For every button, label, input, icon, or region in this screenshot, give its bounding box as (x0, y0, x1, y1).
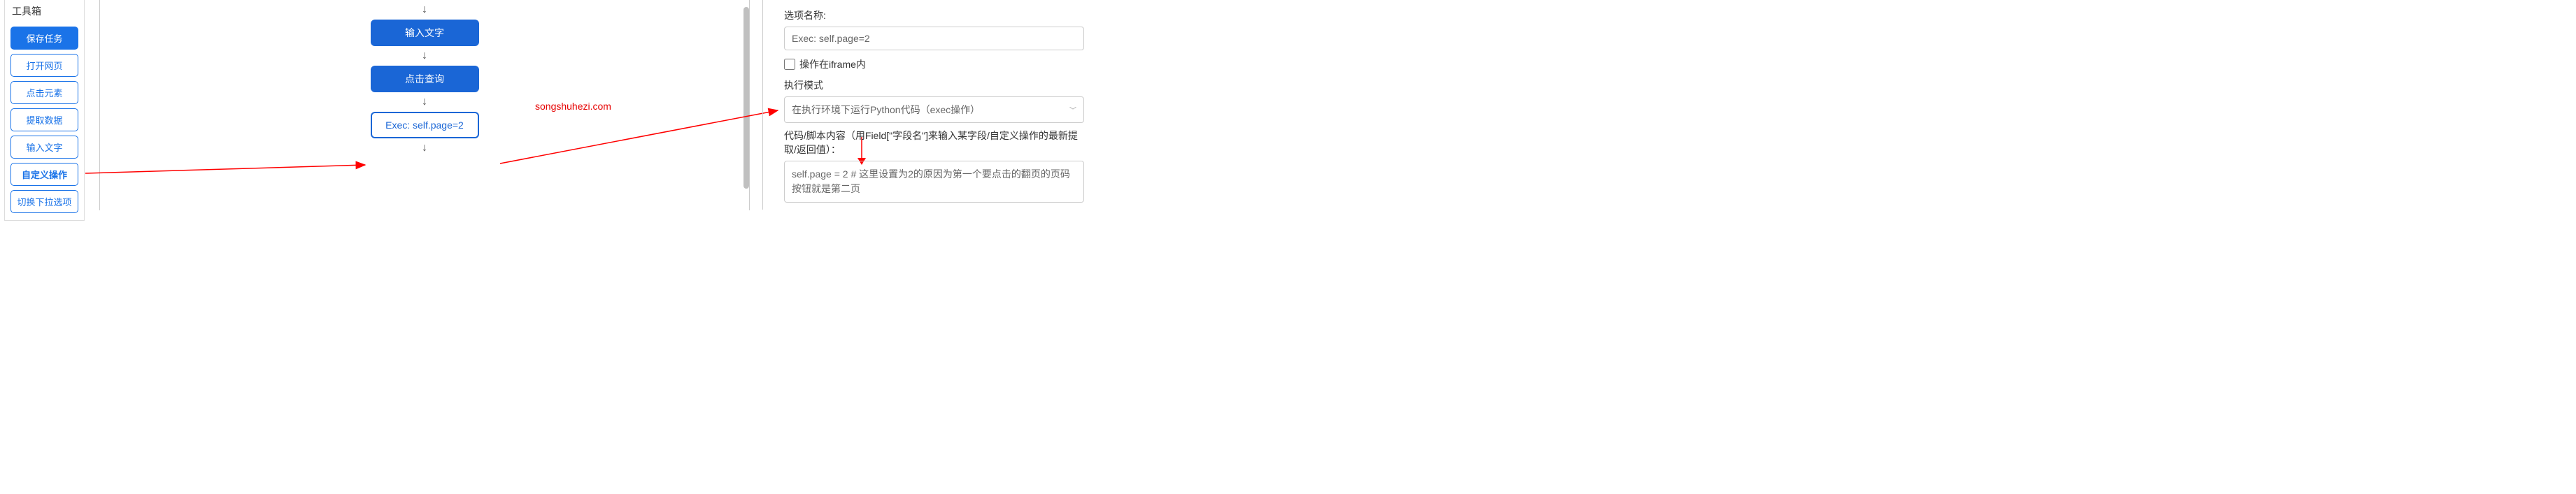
tool-button-save[interactable]: 保存任务 (10, 27, 78, 50)
code-content-label: 代码/脚本内容（用Field["字段名"]来输入某字段/自定义操作的最新提取/返… (784, 129, 1084, 157)
flow-node-input-text[interactable]: 输入文字 (371, 20, 479, 46)
canvas-scrollbar[interactable] (743, 7, 749, 189)
exec-mode-label: 执行模式 (784, 78, 1084, 92)
flow-arrow-icon: ↓ (422, 0, 427, 20)
tool-button-extract-data[interactable]: 提取数据 (10, 108, 78, 131)
tool-button-open-url[interactable]: 打开网页 (10, 54, 78, 77)
option-name-label: 选项名称: (784, 8, 1084, 22)
flow-column: ↓ 输入文字 ↓ 点击查询 ↓ Exec: self.page=2 ↓ (362, 0, 488, 158)
flow-node-exec-selected[interactable]: Exec: self.page=2 (371, 112, 479, 138)
tool-button-click-element[interactable]: 点击元素 (10, 81, 78, 104)
chevron-down-icon: ﹀ (1069, 105, 1076, 115)
properties-panel: 选项名称: 操作在iframe内 执行模式 在执行环境下运行Python代码（e… (762, 0, 1091, 210)
toolbox-title: 工具箱 (5, 0, 84, 22)
exec-mode-select[interactable]: 在执行环境下运行Python代码（exec操作） ﹀ (784, 96, 1084, 123)
flow-canvas[interactable]: ↓ 输入文字 ↓ 点击查询 ↓ Exec: self.page=2 ↓ song… (99, 0, 750, 210)
tool-button-input-text[interactable]: 输入文字 (10, 136, 78, 159)
watermark-text: songshuhezi.com (535, 101, 611, 112)
exec-mode-value: 在执行环境下运行Python代码（exec操作） (792, 104, 980, 115)
flow-arrow-icon: ↓ (422, 92, 427, 112)
iframe-checkbox-label: 操作在iframe内 (799, 57, 866, 71)
flow-node-click-query[interactable]: 点击查询 (371, 66, 479, 92)
toolbox-panel: 工具箱 保存任务 打开网页 点击元素 提取数据 输入文字 自定义操作 切换下拉选… (4, 0, 85, 221)
flow-arrow-icon: ↓ (422, 46, 427, 66)
code-content-textarea[interactable]: self.page = 2 # 这里设置为2的原因为第一个要点击的翻页的页码按钮… (784, 161, 1084, 203)
flow-arrow-icon: ↓ (422, 138, 427, 158)
tool-button-custom-action[interactable]: 自定义操作 (10, 163, 78, 186)
option-name-input[interactable] (784, 27, 1084, 50)
tool-button-switch-dropdown[interactable]: 切换下拉选项 (10, 190, 78, 213)
iframe-checkbox[interactable] (784, 59, 795, 70)
